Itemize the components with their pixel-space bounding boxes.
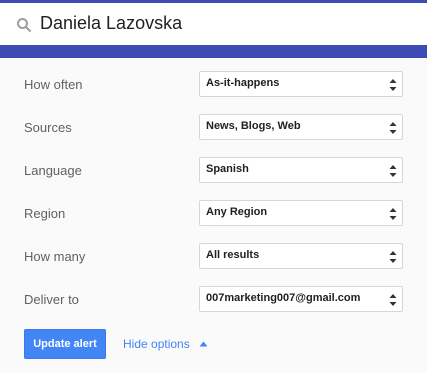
deliver-to-label: Deliver to bbox=[24, 292, 79, 307]
how-many-select[interactable]: All results bbox=[199, 243, 403, 269]
language-label: Language bbox=[24, 163, 82, 178]
sources-value: News, Blogs, Web bbox=[206, 120, 301, 132]
deliver-to-value: 007marketing007@gmail.com bbox=[206, 292, 361, 304]
select-arrows-icon bbox=[389, 165, 397, 177]
region-select[interactable]: Any Region bbox=[199, 200, 403, 226]
select-arrows-icon bbox=[389, 294, 397, 306]
how-many-label: How many bbox=[24, 249, 86, 264]
update-alert-button[interactable]: Update alert bbox=[24, 329, 106, 359]
search-bar[interactable]: Daniela Lazovska bbox=[0, 3, 427, 45]
region-value: Any Region bbox=[206, 206, 268, 218]
select-arrows-icon bbox=[389, 79, 397, 91]
select-arrows-icon bbox=[389, 251, 397, 263]
options-panel: How often As-it-happens Sources News, Bl… bbox=[0, 58, 427, 373]
hide-options-link[interactable]: Hide options bbox=[123, 337, 190, 351]
how-often-label: How often bbox=[24, 77, 83, 92]
how-often-select[interactable]: As-it-happens bbox=[199, 71, 403, 97]
search-query[interactable]: Daniela Lazovska bbox=[40, 13, 182, 34]
deliver-to-select[interactable]: 007marketing007@gmail.com bbox=[199, 286, 403, 312]
language-value: Spanish bbox=[206, 163, 249, 175]
how-many-value: All results bbox=[206, 249, 260, 261]
sources-select[interactable]: News, Blogs, Web bbox=[199, 114, 403, 140]
chevron-up-icon[interactable] bbox=[199, 341, 208, 347]
header-bar bbox=[0, 45, 427, 58]
select-arrows-icon bbox=[389, 122, 397, 134]
search-icon bbox=[17, 18, 32, 33]
how-often-value: As-it-happens bbox=[206, 77, 280, 89]
region-label: Region bbox=[24, 206, 66, 221]
select-arrows-icon bbox=[389, 208, 397, 220]
sources-label: Sources bbox=[24, 120, 72, 135]
language-select[interactable]: Spanish bbox=[199, 157, 403, 183]
